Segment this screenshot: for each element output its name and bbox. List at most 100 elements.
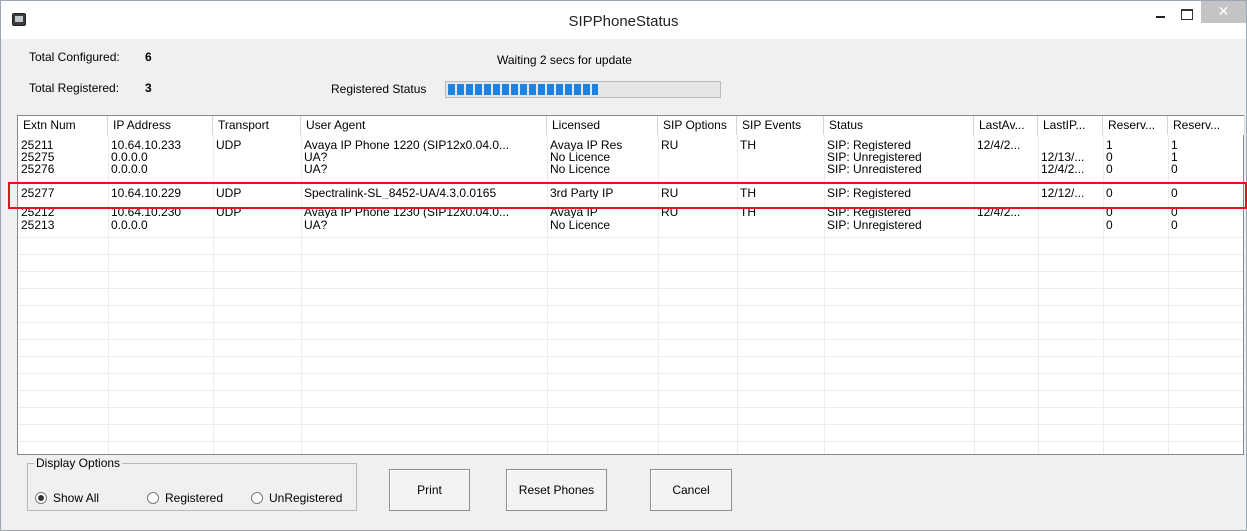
table-cell [737, 219, 824, 231]
table-cell [1038, 139, 1103, 151]
table-cell [658, 219, 737, 231]
table-cell [658, 151, 737, 163]
column-header[interactable]: Reserv... [1103, 116, 1168, 135]
row-gridline [18, 271, 1243, 272]
table-cell [1038, 219, 1103, 231]
registered-radio[interactable] [147, 492, 159, 504]
table-cell: 12/4/2... [1041, 163, 1085, 173]
title-bar: SIPPhoneStatus ✕ [1, 1, 1246, 39]
reset-phones-button[interactable]: Reset Phones [506, 469, 607, 511]
table-cell: 25276 [21, 163, 55, 173]
table-cell: 0 [1171, 206, 1178, 218]
close-icon[interactable]: ✕ [1201, 1, 1246, 23]
row-gridline [18, 373, 1243, 374]
table-cell: 3rd Party IP [550, 187, 614, 199]
table-cell: No Licence [550, 163, 611, 173]
total-registered-label: Total Registered: [29, 81, 120, 95]
table-cell: UDP [216, 187, 242, 199]
table-cell: 0 [1106, 187, 1113, 199]
table-cell: 1 [1171, 151, 1178, 163]
row-gridline [18, 237, 1243, 238]
row-gridline [18, 441, 1243, 442]
progress-fill [448, 84, 598, 95]
minimize-icon[interactable] [1151, 4, 1171, 24]
print-button[interactable]: Print [389, 469, 470, 511]
table-row[interactable]: 25277 10.64.10.229 UDP Spectralink-SL_8452-… [18, 187, 1243, 199]
table-cell: UA? [304, 163, 328, 173]
table-cell: TH [740, 206, 756, 218]
total-registered-value: 3 [145, 81, 152, 95]
sip-phone-status-window: SIPPhoneStatus ✕ Total Configured: 6 Wai… [0, 0, 1247, 531]
column-header[interactable]: SIP Options [658, 116, 737, 135]
table-cell: 25275 [21, 151, 55, 163]
registered-status-progress-bar [445, 81, 721, 98]
table-cell: 10.64.10.230 [111, 206, 182, 218]
table-cell: SIP: Registered [827, 187, 912, 199]
unregistered-radio[interactable] [251, 492, 263, 504]
show-all-label[interactable]: Show All [53, 491, 99, 505]
table-cell: 25212 [21, 206, 55, 218]
table-row[interactable]: 25212 10.64.10.230 UDP Avaya IP Phone 1230 … [18, 206, 1243, 218]
column-header[interactable]: Reserv... [1168, 116, 1245, 135]
row-gridline [18, 424, 1243, 425]
table-cell: 0 [1106, 163, 1113, 173]
table-cell: 12/12/... [1041, 187, 1085, 199]
registered-label[interactable]: Registered [165, 491, 223, 505]
phone-status-list[interactable]: Extn Num IP Address Transport User Agent Lic… [17, 115, 1245, 455]
column-header[interactable]: Transport [213, 116, 301, 135]
table-cell [1038, 206, 1103, 218]
show-all-radio[interactable] [35, 492, 47, 504]
table-cell: 25211 [21, 139, 54, 151]
table-cell: 12/4/2... [977, 139, 1021, 151]
table-cell [658, 163, 737, 173]
table-cell: RU [661, 187, 679, 199]
table-cell: 1 [1171, 139, 1178, 151]
unregistered-label[interactable]: UnRegistered [269, 491, 342, 505]
column-header[interactable]: Licensed [547, 116, 658, 135]
table-cell: 0.0.0.0 [111, 219, 148, 231]
table-cell: SIP: Registered [827, 139, 912, 151]
table-cell: SIP: Unregistered [827, 219, 922, 231]
registered-status-label: Registered Status [331, 82, 427, 96]
column-header[interactable]: SIP Events [737, 116, 824, 135]
table-cell [737, 163, 824, 173]
table-cell: 1 [1106, 139, 1113, 151]
table-cell: UDP [216, 206, 242, 218]
row-gridline [18, 390, 1243, 391]
table-row[interactable]: 25276 0.0.0.0 UA? No Licence SIP: Unregister… [18, 163, 1243, 173]
table-cell: UA? [304, 219, 328, 231]
row-gridline [18, 339, 1243, 340]
table-row[interactable]: 25211 10.64.10.233 UDP Avaya IP Phone 1220 … [18, 139, 1243, 151]
table-cell: SIP: Unregistered [827, 163, 922, 173]
table-cell [737, 151, 824, 163]
table-cell: 0 [1106, 206, 1113, 218]
cancel-button[interactable]: Cancel [650, 469, 732, 511]
maximize-icon[interactable] [1177, 4, 1197, 24]
table-cell: No Licence [550, 151, 611, 163]
table-cell: Avaya IP Phone 1220 (SIP12x0.04.0... [304, 139, 510, 151]
table-row[interactable]: 25213 0.0.0.0 UA? No Licence SIP: Unregister… [18, 219, 1243, 231]
table-cell: 0 [1171, 219, 1178, 231]
table-cell: 25277 [21, 187, 55, 199]
column-header[interactable]: LastAv... [974, 116, 1038, 135]
table-cell [213, 151, 301, 163]
column-header[interactable]: Extn Num [18, 116, 108, 135]
table-cell [213, 163, 301, 173]
table-cell: UA? [304, 151, 328, 163]
column-header[interactable]: Status [824, 116, 974, 135]
update-message: Waiting 2 secs for update [497, 53, 632, 67]
row-gridline [18, 305, 1243, 306]
table-cell: Spectralink-SL_8452-UA/4.3.0.0165 [304, 187, 497, 199]
table-row[interactable]: 25275 0.0.0.0 UA? No Licence SIP: Unregister… [18, 151, 1243, 163]
table-cell [974, 151, 1038, 163]
table-cell: 0 [1106, 219, 1113, 231]
column-header[interactable]: IP Address [108, 116, 213, 135]
total-configured-label: Total Configured: [29, 50, 120, 64]
row-gridline [18, 288, 1243, 289]
column-header[interactable]: LastIP... [1038, 116, 1103, 135]
row-gridline [18, 407, 1243, 408]
table-cell [974, 163, 1038, 173]
column-header[interactable]: User Agent [301, 116, 547, 135]
table-cell: 0 [1106, 151, 1113, 163]
table-cell: TH [740, 187, 756, 199]
